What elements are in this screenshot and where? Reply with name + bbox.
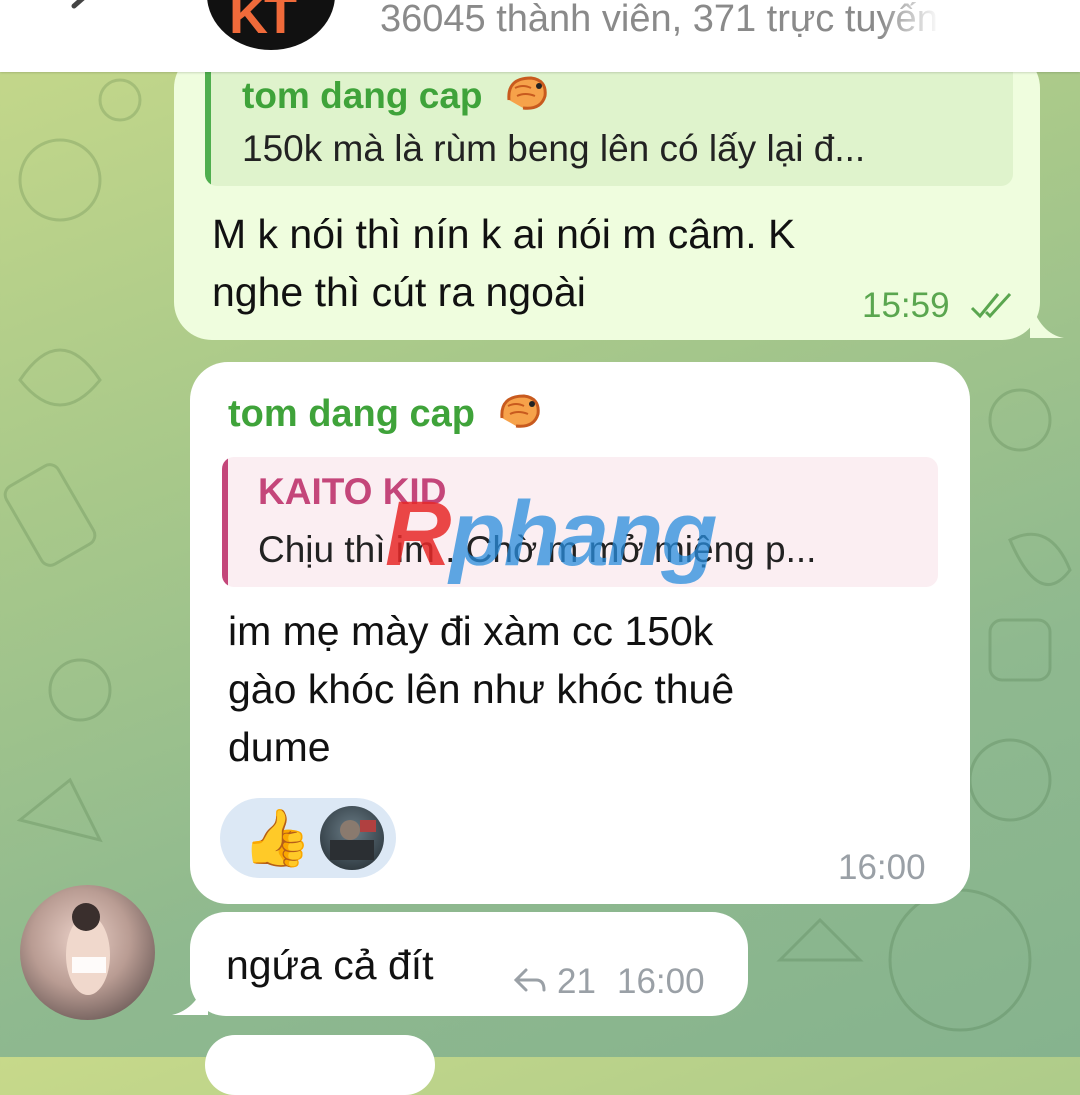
watermark-logo: Rphang bbox=[385, 483, 717, 585]
message-line: im mẹ mày đi xàm cc 150k bbox=[228, 608, 714, 654]
shrimp-emoji-icon bbox=[500, 394, 540, 428]
message-line: nghe thì cút ra ngoài bbox=[212, 269, 586, 315]
message-time: 15:59 bbox=[862, 286, 950, 325]
reply-arrow-icon bbox=[513, 968, 546, 992]
message-line: gào khóc lên như khóc thuê bbox=[228, 666, 735, 712]
reaction-pill[interactable]: 👍 bbox=[220, 798, 396, 878]
sender-name[interactable]: tom dang cap bbox=[228, 388, 544, 436]
reply-count: 21 bbox=[557, 962, 596, 1001]
message-time: 16:00 bbox=[838, 848, 926, 887]
thumbs-up-reaction: 👍 bbox=[242, 806, 312, 869]
reply-author: tom dang cap bbox=[242, 70, 551, 117]
reply-text: 150k mà là rùm beng lên có lấy lại đ... bbox=[242, 128, 866, 169]
message-line: ngứa cả đít bbox=[226, 942, 434, 988]
sender-avatar[interactable] bbox=[20, 885, 155, 1020]
back-arrow-icon[interactable] bbox=[60, 0, 100, 16]
reactor-avatar bbox=[320, 806, 384, 870]
message-time: 16:00 bbox=[617, 962, 705, 1001]
member-count-status: 36045 thành viên, 371 trực tuyến bbox=[380, 0, 938, 40]
shrimp-emoji-icon bbox=[507, 76, 547, 110]
group-avatar[interactable]: KT bbox=[207, 0, 335, 50]
message-line: M k nói thì nín k ai nói m câm. K bbox=[212, 211, 796, 257]
message-line: dume bbox=[228, 724, 331, 770]
chat-header: KT 36045 thành viên, 371 trực tuyến bbox=[0, 0, 1080, 72]
reply-preview[interactable]: tom dang cap 150k mà là rùm beng lên có … bbox=[205, 60, 1013, 186]
bubble-tail bbox=[172, 975, 208, 1015]
read-double-check-icon bbox=[970, 292, 1012, 319]
bubble-tail bbox=[1030, 300, 1064, 338]
more-options-icon[interactable] bbox=[996, 0, 1008, 12]
message-bubble-partial[interactable] bbox=[205, 1035, 435, 1095]
